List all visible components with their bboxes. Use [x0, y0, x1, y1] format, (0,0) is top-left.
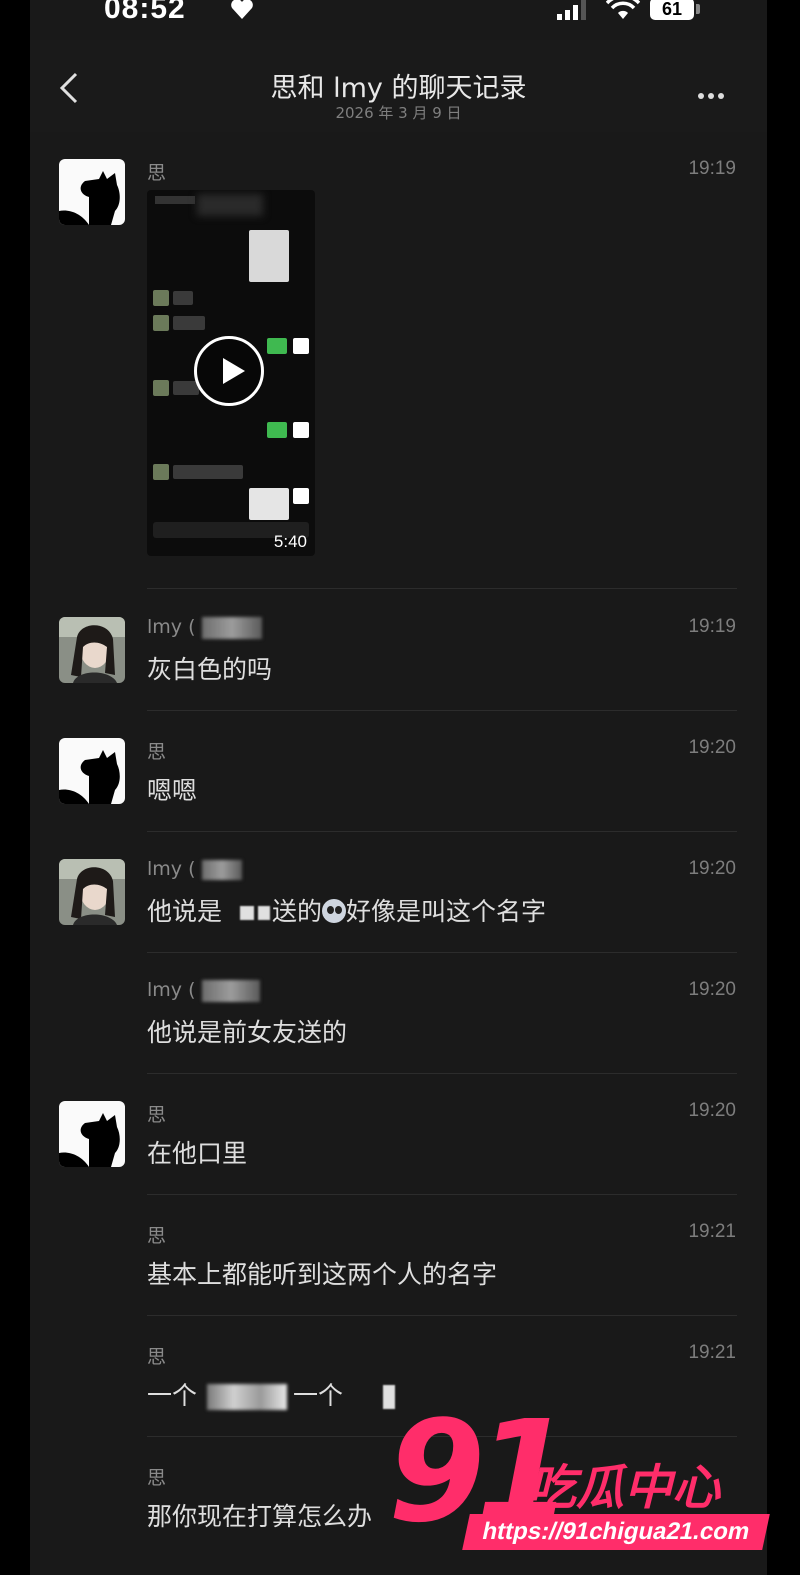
thumb-blurred-title — [197, 194, 263, 216]
sender-name: lmy ( — [147, 979, 260, 1002]
thumb-image-bubble — [249, 230, 289, 282]
thumb-avatar — [293, 338, 309, 354]
black-cat-avatar-icon — [59, 738, 125, 804]
thumb-avatar — [293, 488, 309, 504]
thumb-bubble — [173, 316, 205, 330]
chat-header: 思和 lmy 的聊天记录 2026 年 3 月 9 日 — [30, 40, 767, 132]
message-text: 一个 一个 — [147, 1376, 396, 1412]
thumb-image-bubble — [249, 488, 289, 520]
avatar[interactable] — [59, 159, 125, 225]
redacted-mosaic — [201, 616, 262, 639]
heart-icon — [231, 0, 253, 19]
sender-name-text: lmy ( — [147, 616, 196, 638]
message-text: 他说是 送的 好像是叫这个名字 — [147, 892, 546, 928]
battery-indicator: 61 — [650, 0, 694, 20]
message-text-part: 送的 — [272, 897, 323, 926]
thumb-bubble — [173, 291, 193, 305]
video-message-thumbnail[interactable]: 5:40 — [147, 190, 315, 556]
wifi-icon — [606, 0, 640, 19]
sender-name-text: lmy ( — [147, 858, 196, 880]
thumb-call-bubble — [173, 465, 243, 479]
thumb-green-bubble — [267, 338, 287, 354]
emoji-icon — [322, 899, 347, 923]
redacted-mosaic — [207, 1384, 288, 1410]
thumb-avatar — [153, 315, 169, 331]
sender-name: 思 — [147, 1346, 167, 1368]
sender-name: 思 — [147, 1467, 167, 1489]
thumb-status-bar — [155, 196, 195, 204]
message-text-part: 一个 — [147, 1381, 198, 1410]
message-time: 19:20 — [688, 858, 736, 879]
message-text: 在他口里 — [147, 1139, 248, 1168]
chat-message: 思 19:20 嗯嗯 — [30, 711, 767, 832]
avatar[interactable] — [59, 617, 125, 683]
message-time: 19:20 — [688, 737, 736, 758]
sender-name: lmy ( — [147, 858, 242, 880]
message-time: 19:21 — [688, 1221, 736, 1242]
chat-message: 思 那你现在打算怎么办 — [30, 1437, 767, 1558]
chat-message: 思 19:20 在他口里 — [30, 1074, 767, 1195]
status-bar: 08:52 61 — [30, 0, 767, 32]
sender-name: 思 — [147, 1225, 167, 1247]
message-text: 嗯嗯 — [147, 776, 198, 805]
girl-photo-avatar-icon — [59, 617, 125, 683]
avatar[interactable] — [59, 738, 125, 804]
chat-message: lmy ( 19:20 他说是前女友送的 — [30, 953, 767, 1074]
black-cat-avatar-icon — [59, 1101, 125, 1167]
thumb-bubble — [173, 381, 199, 395]
message-text-part: 他说是 — [147, 897, 223, 926]
chat-message: lmy ( 19:20 他说是 送的 好像是叫这个名字 — [30, 832, 767, 953]
thumb-green-bubble — [267, 422, 287, 438]
thumb-avatar — [153, 380, 169, 396]
cellular-signal-icon — [557, 0, 586, 20]
message-time: 19:20 — [688, 979, 736, 1000]
status-time: 08:52 — [104, 0, 186, 25]
message-text: 灰白色的吗 — [147, 655, 273, 684]
chat-history-title: 思和 lmy 的聊天记录 — [270, 73, 527, 104]
more-options-icon[interactable] — [698, 84, 732, 99]
sender-name: 思 — [147, 741, 167, 763]
phone-screen: 08:52 61 思和 lmy 的聊天记录 2026 年 3 月 9 日 思 1… — [30, 0, 767, 1575]
battery-tip — [696, 4, 700, 14]
redacted-mosaic — [201, 979, 260, 1002]
message-text-part: 好像是叫这个名字 — [346, 897, 547, 926]
message-divider — [147, 588, 737, 589]
sender-name: 思 — [147, 162, 167, 184]
message-text-part: 一个 — [293, 1381, 344, 1410]
sender-name-text: lmy ( — [147, 979, 196, 1001]
avatar[interactable] — [59, 1101, 125, 1167]
play-icon[interactable] — [194, 336, 264, 406]
redacted-mosaic — [258, 906, 271, 920]
message-time: 19:20 — [688, 1100, 736, 1121]
message-text: 基本上都能听到这两个人的名字 — [147, 1260, 498, 1289]
message-time: 19:19 — [688, 616, 736, 637]
chat-history-date: 2026 年 3 月 9 日 — [335, 104, 462, 122]
chat-message: 思 19:19 5:40 — [30, 132, 767, 590]
sender-name: 思 — [147, 1104, 167, 1126]
chat-message: lmy ( 19:19 灰白色的吗 — [30, 590, 767, 711]
girl-photo-avatar-icon — [59, 859, 125, 925]
avatar[interactable] — [59, 859, 125, 925]
message-time: 19:19 — [688, 158, 736, 179]
redacted-mosaic — [240, 906, 255, 920]
redacted-mosaic — [383, 1385, 396, 1409]
black-cat-avatar-icon — [59, 159, 125, 225]
video-duration: 5:40 — [273, 532, 307, 551]
redacted-mosaic — [201, 859, 242, 880]
message-text: 那你现在打算怎么办 — [147, 1502, 373, 1531]
message-time: 19:21 — [688, 1342, 736, 1363]
chat-message: 思 19:21 基本上都能听到这两个人的名字 — [30, 1195, 767, 1316]
thumb-avatar — [293, 422, 309, 438]
thumb-avatar — [153, 290, 169, 306]
sender-name: lmy ( — [147, 616, 262, 639]
message-text: 他说是前女友送的 — [147, 1018, 348, 1047]
thumb-avatar — [153, 464, 169, 480]
chat-message: 思 19:21 一个 一个 — [30, 1316, 767, 1437]
